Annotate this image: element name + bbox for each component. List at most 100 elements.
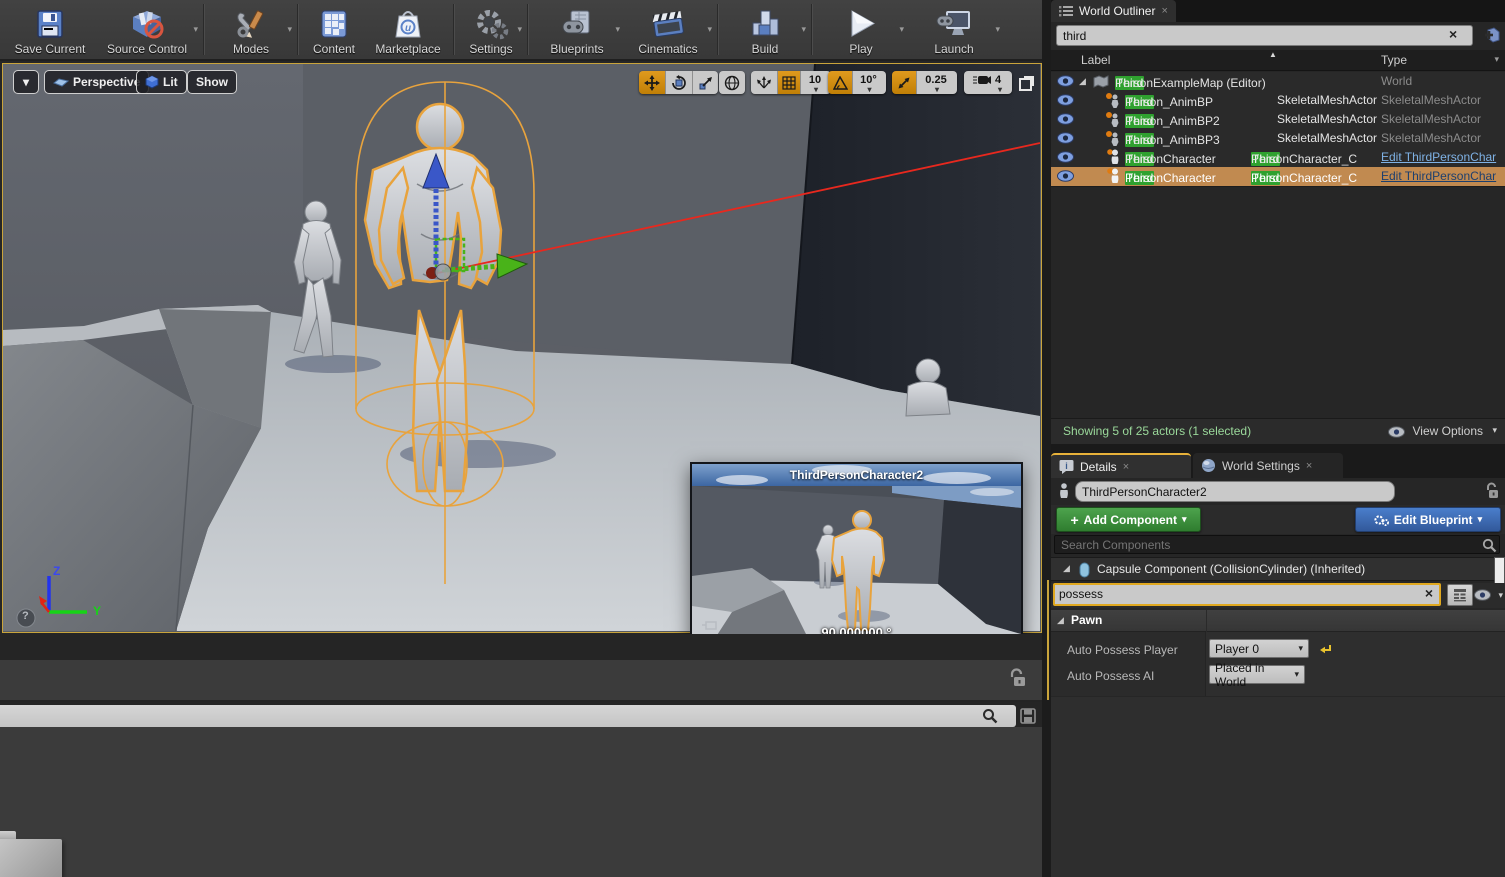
dropdown-caret-icon[interactable]: ▾: [995, 24, 1000, 35]
actor-name-input[interactable]: [1075, 481, 1395, 502]
visibility-eye-icon[interactable]: [1057, 113, 1074, 125]
marketplace-button[interactable]: u Marketplace: [366, 0, 450, 59]
scale-snap-value-button[interactable]: 0.25▾: [917, 71, 957, 94]
expand-caret-icon[interactable]: ◢: [1063, 563, 1070, 574]
play-button[interactable]: Play ▾: [816, 0, 906, 59]
lock-open-icon[interactable]: [1008, 668, 1026, 688]
property-matrix-button[interactable]: [1447, 584, 1473, 606]
outliner-row-actor[interactable]: ThirdPerson_AnimBP3 SkeletalMeshActor Sk…: [1051, 129, 1505, 148]
grid-snap-value-button[interactable]: 10▾: [801, 71, 831, 94]
category-label: Pawn: [1071, 613, 1102, 627]
display-filter-eye-icon[interactable]: [1474, 589, 1491, 601]
perspective-button[interactable]: Perspective: [44, 70, 149, 94]
cinematics-button[interactable]: Cinematics ▾: [622, 0, 714, 59]
actor-label: Person_AnimBP2: [1125, 114, 1220, 128]
save-current-button[interactable]: Save Current: [6, 0, 94, 59]
coord-space-group: [719, 71, 745, 94]
dropdown-caret-icon[interactable]: ▾: [287, 24, 292, 35]
lit-mode-button[interactable]: Lit: [136, 70, 187, 94]
rotate-tool-button[interactable]: [666, 71, 693, 94]
skeletal-mesh-actor-icon: [1105, 112, 1121, 127]
outliner-row-character[interactable]: ThirdPersonCharacter ThirdPersonCharacte…: [1051, 148, 1505, 167]
component-tree-row[interactable]: ◢ Capsule Component (CollisionCylinder) …: [1051, 557, 1505, 581]
toolbar-separator: [453, 4, 455, 55]
scale-tool-button[interactable]: [693, 71, 718, 94]
category-header-pawn[interactable]: ◢ Pawn: [1051, 610, 1505, 632]
property-filter-input[interactable]: [1057, 585, 1407, 602]
search-icon: [1482, 538, 1497, 553]
scale-snap-toggle-button[interactable]: [892, 71, 917, 94]
content-browser-search-bar[interactable]: [0, 705, 1016, 727]
toolbar-separator: [297, 4, 299, 55]
outliner-search-input[interactable]: [1056, 25, 1473, 46]
world-space-toggle-button[interactable]: [719, 71, 745, 94]
close-tab-icon[interactable]: ×: [1123, 461, 1129, 473]
dropdown-caret-icon[interactable]: ▾: [615, 24, 620, 35]
rotation-snap-value-button[interactable]: 10°▾: [853, 71, 886, 94]
lock-open-icon[interactable]: [1485, 482, 1499, 500]
tab-world-settings[interactable]: World Settings ×: [1193, 453, 1343, 478]
dropdown-caret-icon[interactable]: ▾: [193, 24, 198, 35]
folder-item[interactable]: [0, 839, 62, 877]
caret-down-icon[interactable]: ▾: [1498, 590, 1503, 601]
maximize-viewport-button[interactable]: [1017, 73, 1037, 93]
blueprints-button[interactable]: Blueprints ▾: [532, 0, 622, 59]
clear-search-icon[interactable]: ×: [1449, 26, 1457, 42]
content-browser: rdPersonBP: [0, 634, 1044, 877]
modes-button[interactable]: Modes ▾: [208, 0, 294, 59]
edit-blueprint-link[interactable]: Edit ThirdPersonChar: [1381, 169, 1496, 183]
column-header-label[interactable]: Label: [1081, 53, 1110, 67]
toolbar-separator: [527, 4, 529, 55]
edit-blueprint-button[interactable]: Edit Blueprint ▾: [1355, 507, 1501, 532]
caret-down-icon[interactable]: ▾: [1492, 425, 1497, 436]
dropdown-caret-icon[interactable]: ▾: [801, 24, 806, 35]
toolbar-button-label: Build: [752, 42, 779, 56]
show-menu-button[interactable]: Show: [187, 70, 237, 94]
surface-snap-button[interactable]: [751, 71, 778, 94]
visibility-eye-icon[interactable]: [1057, 170, 1074, 182]
search-components-input[interactable]: [1054, 535, 1500, 554]
column-header-type[interactable]: Type: [1381, 53, 1407, 67]
pane-divider[interactable]: [1042, 0, 1051, 877]
clear-filter-icon[interactable]: ×: [1425, 585, 1433, 601]
outliner-row-character-selected[interactable]: ThirdPersonCharacter ThirdPersonCharacte…: [1051, 167, 1505, 186]
tab-world-outliner[interactable]: World Outliner ×: [1051, 0, 1176, 22]
close-tab-icon[interactable]: ×: [1306, 460, 1312, 472]
source-control-button[interactable]: Source Control ▾: [94, 0, 200, 59]
dropdown-caret-icon[interactable]: ▾: [899, 24, 904, 35]
rotation-snap-group: 10°▾: [828, 71, 886, 94]
grid-snap-toggle-button[interactable]: [778, 71, 801, 94]
viewport-options-dropdown[interactable]: ▾: [13, 70, 39, 94]
visibility-eye-icon[interactable]: [1057, 94, 1074, 106]
visibility-eye-icon[interactable]: [1057, 75, 1074, 87]
content-button[interactable]: Content: [302, 0, 366, 59]
visibility-eye-icon[interactable]: [1057, 151, 1074, 163]
visibility-eye-icon[interactable]: [1057, 132, 1074, 144]
expand-caret-icon[interactable]: ◢: [1079, 76, 1086, 87]
create-actor-icon[interactable]: [1480, 26, 1500, 44]
view-options-button[interactable]: View Options: [1413, 424, 1483, 438]
camera-speed-button[interactable]: 4▾: [964, 71, 1012, 94]
auto-possess-ai-dropdown[interactable]: Placed in World ▾: [1209, 665, 1305, 684]
edit-blueprint-link[interactable]: Edit ThirdPersonChar: [1381, 150, 1496, 164]
rotation-snap-toggle-button[interactable]: [828, 71, 853, 94]
settings-button[interactable]: Settings ▾: [458, 0, 524, 59]
save-filter-icon[interactable]: [1020, 708, 1036, 724]
add-component-button[interactable]: + Add Component ▾: [1056, 507, 1201, 532]
tab-details[interactable]: i Details ×: [1051, 453, 1191, 478]
outliner-row-map[interactable]: ◢ ThirdPersonExampleMap (Editor) World: [1051, 72, 1505, 91]
level-viewport[interactable]: Z Y ? ▾ Perspective Lit Show 10▾: [2, 63, 1042, 633]
dropdown-caret-icon[interactable]: ▾: [517, 24, 522, 35]
auto-possess-player-dropdown[interactable]: Player 0 ▾: [1209, 639, 1309, 658]
outliner-row-actor[interactable]: ThirdPerson_AnimBP2 SkeletalMeshActor Sk…: [1051, 110, 1505, 129]
help-icon[interactable]: ?: [22, 610, 29, 622]
dropdown-caret-icon[interactable]: ▾: [707, 24, 712, 35]
reset-to-default-icon[interactable]: [1319, 643, 1333, 655]
move-tool-button[interactable]: [639, 71, 666, 94]
launch-button[interactable]: Launch ▾: [906, 0, 1002, 59]
outliner-row-actor[interactable]: ThirdPerson_AnimBP SkeletalMeshActor Ske…: [1051, 91, 1505, 110]
type-filter-icon[interactable]: ▾: [1494, 54, 1499, 65]
close-tab-icon[interactable]: ×: [1161, 5, 1167, 17]
rotation-snap-value: 10°: [860, 74, 877, 86]
build-button[interactable]: Build ▾: [722, 0, 808, 59]
